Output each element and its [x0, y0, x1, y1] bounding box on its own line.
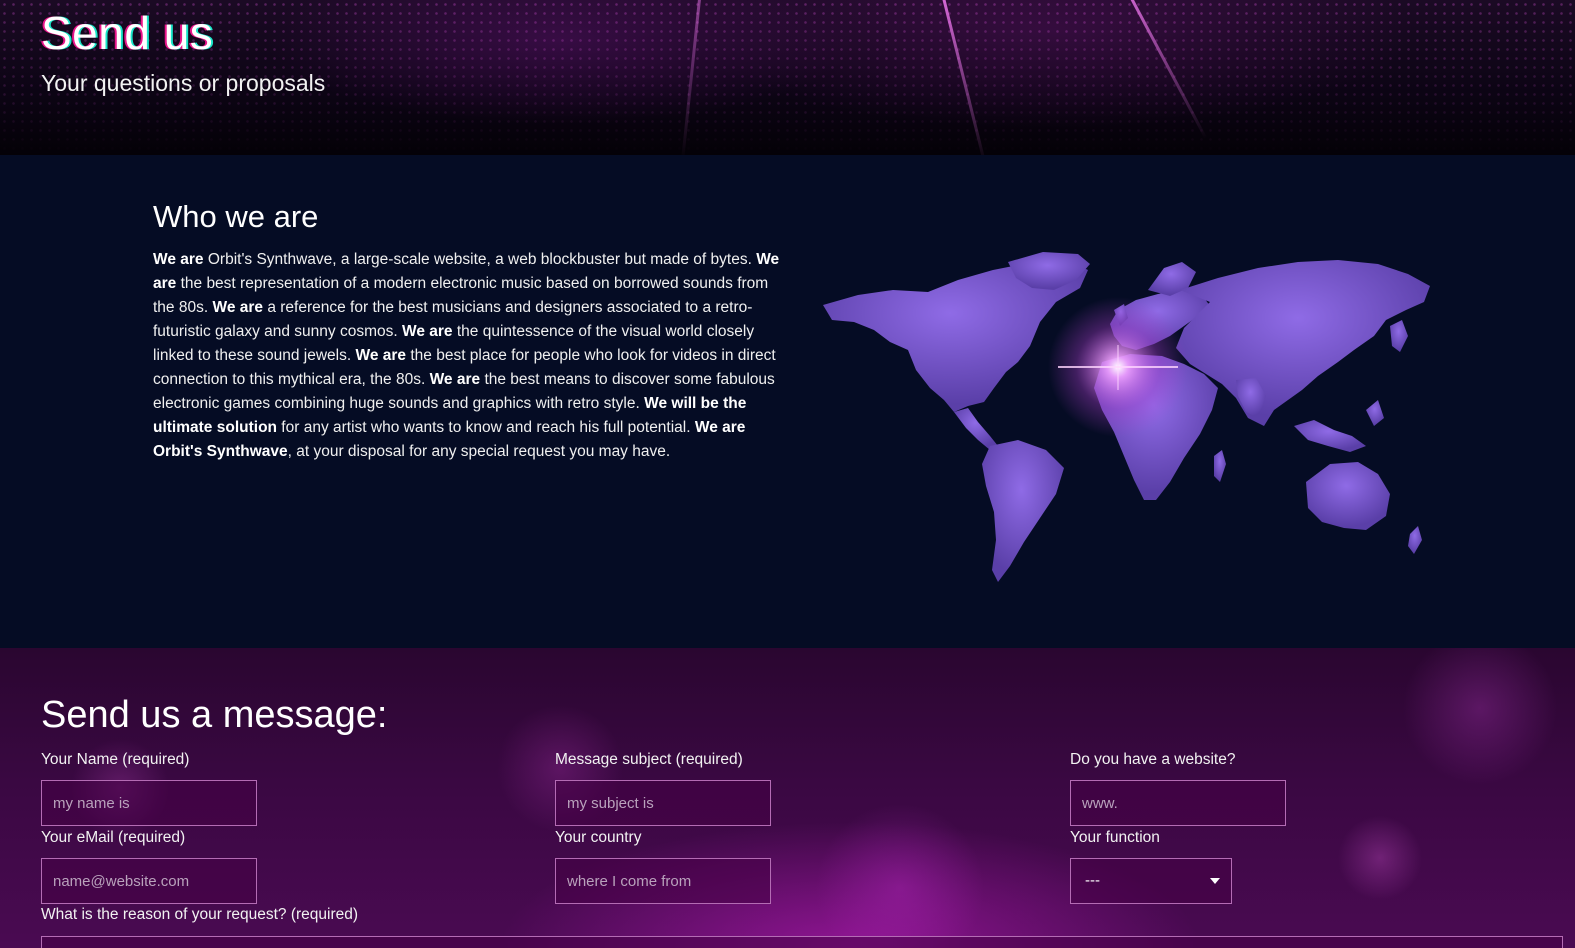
- chevron-down-icon: [1210, 878, 1220, 884]
- reason-label: What is the reason of your request? (req…: [41, 906, 359, 923]
- contact-title: Send us a message:: [41, 694, 388, 736]
- country-label: Your country: [555, 829, 642, 846]
- about-section: Who we are We are Orbit's Synthwave, a l…: [0, 155, 1575, 648]
- about-text-run: , at your disposal for any special reque…: [287, 443, 671, 460]
- subject-input[interactable]: [555, 780, 771, 826]
- email-input[interactable]: [41, 858, 257, 904]
- about-emphasis: We are: [401, 323, 453, 340]
- function-select-value: ---: [1085, 872, 1100, 889]
- name-label: Your Name (required): [41, 751, 190, 768]
- page-title: Send us: [41, 7, 214, 59]
- function-label: Your function: [1070, 829, 1160, 846]
- about-title: Who we are: [153, 199, 319, 234]
- about-emphasis: We are: [153, 251, 204, 268]
- about-emphasis: We are: [355, 347, 407, 364]
- about-emphasis: We are: [429, 371, 481, 388]
- email-label: Your eMail (required): [41, 829, 186, 846]
- world-map-icon: [823, 252, 1430, 582]
- website-label: Do you have a website?: [1070, 751, 1236, 768]
- name-input[interactable]: [41, 780, 257, 826]
- reason-textarea[interactable]: [41, 936, 1563, 948]
- about-paragraph: We are Orbit's Synthwave, a large-scale …: [153, 248, 789, 464]
- about-emphasis: We are: [212, 299, 264, 316]
- country-input[interactable]: [555, 858, 771, 904]
- subject-label: Message subject (required): [555, 751, 743, 768]
- page-subtitle: Your questions or proposals: [41, 70, 326, 96]
- about-text-run: Orbit's Synthwave, a large-scale website…: [203, 251, 757, 268]
- hero-banner: Send us Your questions or proposals: [0, 0, 1575, 155]
- website-input[interactable]: [1070, 780, 1286, 826]
- about-text-run: for any artist who wants to know and rea…: [277, 419, 695, 436]
- contact-section: Send us a message: Your Name (required) …: [0, 648, 1575, 948]
